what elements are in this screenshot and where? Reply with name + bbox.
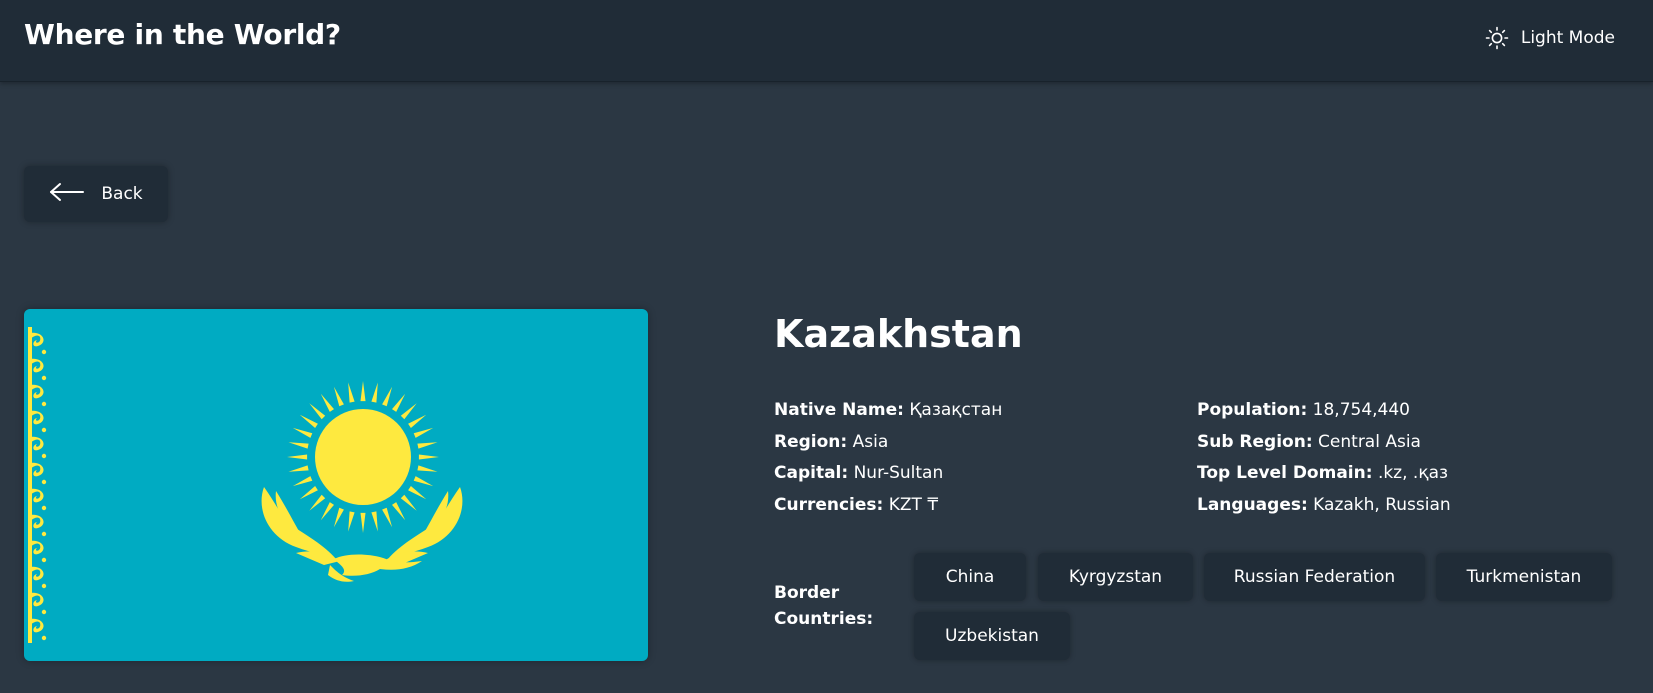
capital-label: Capital: xyxy=(774,463,849,483)
sun-icon xyxy=(1485,26,1509,50)
top-level-domain-label: Top Level Domain: xyxy=(1197,463,1373,483)
languages-label: Languages: xyxy=(1197,494,1308,515)
border-country-button[interactable]: China xyxy=(914,553,1026,601)
country-flag xyxy=(24,309,648,661)
capital-value: Nur-Sultan xyxy=(853,463,944,483)
country-name: Kazakhstan xyxy=(774,312,1023,356)
languages-value: Kazakh, Russian xyxy=(1313,494,1451,515)
border-country-button[interactable]: Uzbekistan xyxy=(914,612,1070,660)
border-country-button[interactable]: Turkmenistan xyxy=(1436,553,1612,601)
sub-region-label: Sub Region: xyxy=(1197,431,1313,452)
sub-region-value: Central Asia xyxy=(1318,431,1421,452)
top-level-domain-value: .kz, .қаз xyxy=(1377,463,1449,483)
country-details-secondary: Population: 18,754,440 Sub Region: Centr… xyxy=(1197,400,1451,526)
back-button-label: Back xyxy=(101,184,143,204)
currencies-row: Currencies: KZT ₸ xyxy=(774,495,1002,527)
border-country-button[interactable]: Kyrgyzstan xyxy=(1038,553,1193,601)
currencies-label: Currencies: xyxy=(774,494,884,515)
capital-row: Capital: Nur-Sultan xyxy=(774,463,1002,495)
sub-region-row: Sub Region: Central Asia xyxy=(1197,432,1451,464)
back-button[interactable]: Back xyxy=(24,166,168,222)
region-value: Asia xyxy=(852,431,889,452)
arrow-left-icon xyxy=(49,182,85,207)
currencies-value: KZT ₸ xyxy=(888,494,939,515)
theme-toggle-label: Light Mode xyxy=(1520,28,1615,48)
region-label: Region: xyxy=(774,431,848,452)
population-label: Population: xyxy=(1197,400,1308,420)
theme-toggle-button[interactable]: Light Mode xyxy=(1485,24,1615,52)
population-row: Population: 18,754,440 xyxy=(1197,400,1451,432)
native-name-value: Қазақстан xyxy=(909,400,1003,420)
region-row: Region: Asia xyxy=(774,432,1002,464)
native-name-label: Native Name: xyxy=(774,400,904,420)
top-level-domain-row: Top Level Domain: .kz, .қаз xyxy=(1197,463,1451,495)
languages-row: Languages: Kazakh, Russian xyxy=(1197,495,1451,527)
population-value: 18,754,440 xyxy=(1312,400,1410,420)
app-header: Where in the World? Light Mode xyxy=(0,0,1653,82)
country-details-primary: Native Name: Қазақстан Region: Asia Capi… xyxy=(774,400,1002,526)
native-name-row: Native Name: Қазақстан xyxy=(774,400,1002,432)
border-country-button[interactable]: Russian Federation xyxy=(1204,553,1425,601)
app-title: Where in the World? xyxy=(24,18,341,51)
border-countries-label: Border Countries: xyxy=(774,583,874,629)
